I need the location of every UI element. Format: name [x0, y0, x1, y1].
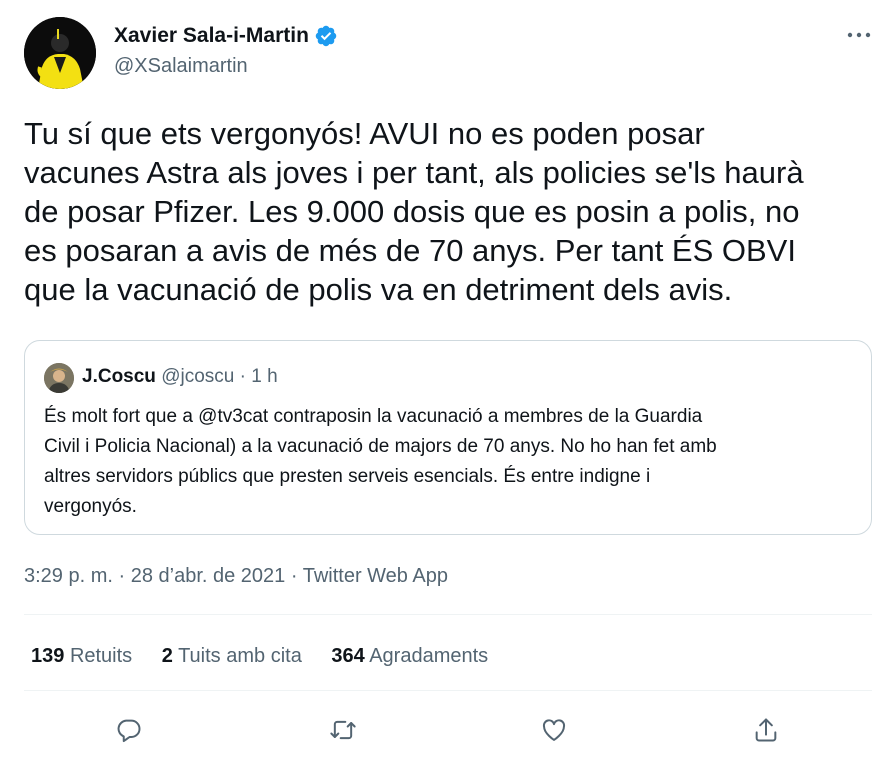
- like-icon: [542, 719, 566, 741]
- retweet-button[interactable]: [325, 712, 361, 748]
- share-icon: [755, 718, 777, 742]
- reply-icon: [117, 719, 141, 743]
- quoted-header: J.Coscu @jcoscu · 1 h: [82, 366, 278, 388]
- quotes-stat[interactable]: 2 Tuits amb cita: [162, 645, 302, 667]
- verified-badge-icon: [315, 25, 337, 47]
- quoted-time: 1 h: [251, 366, 278, 387]
- quoted-author-handle: @jcoscu: [161, 366, 235, 387]
- tweet-stats: 139 Retuits 2 Tuits amb cita 364 Agradam…: [31, 645, 512, 668]
- retweets-label: Retuits: [69, 645, 133, 667]
- quotes-count: 2: [161, 645, 173, 667]
- quoted-tweet-text: És molt fort que a @tv3cat contraposin l…: [44, 406, 717, 517]
- likes-label: Agradaments: [369, 645, 489, 667]
- quoted-author-name: J.Coscu: [82, 366, 156, 387]
- like-button[interactable]: [536, 712, 572, 748]
- quoted-separator: ·: [239, 366, 252, 387]
- quotes-label: Tuits amb cita: [178, 645, 302, 667]
- author-name-row[interactable]: Xavier Sala-i-Martin: [114, 24, 338, 48]
- divider-bottom: [24, 690, 872, 691]
- divider-top: [24, 614, 872, 615]
- author-handle[interactable]: @XSalaimartin: [114, 55, 248, 78]
- tweet-timestamp[interactable]: 3:29 p. m. · 28 d’abr. de 2021 · Twitter…: [24, 565, 448, 588]
- quoted-author-avatar: [44, 363, 74, 393]
- author-name[interactable]: Xavier Sala-i-Martin: [114, 24, 309, 48]
- retweet-icon: [330, 720, 356, 740]
- more-horizontal-icon: [847, 32, 871, 38]
- reply-button[interactable]: [111, 712, 147, 748]
- author-avatar[interactable]: [24, 17, 96, 89]
- retweets-count: 139: [31, 645, 65, 667]
- tweet-text: Tu sí que ets vergonyós! AVUI no es pode…: [24, 116, 804, 307]
- share-button[interactable]: [748, 712, 784, 748]
- quoted-tweet-card[interactable]: J.Coscu @jcoscu · 1 h És molt fort que a…: [24, 340, 872, 535]
- likes-stat[interactable]: 364 Agradaments: [331, 645, 488, 667]
- more-options-button[interactable]: [844, 24, 874, 46]
- likes-count: 364: [331, 645, 365, 667]
- retweets-stat[interactable]: 139 Retuits: [31, 645, 132, 667]
